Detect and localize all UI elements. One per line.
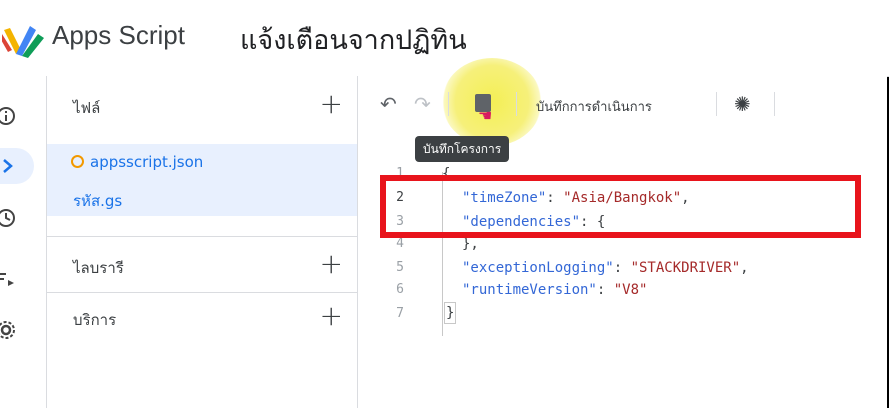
app-name[interactable]: Apps Script: [52, 20, 185, 51]
section-divider: [47, 236, 357, 237]
code-editor: ↶ ↷ ☚ บันทึกการดำเนินการ ✺ บันทึกโครงการ…: [358, 58, 887, 408]
files-label: ไฟล์: [73, 99, 101, 117]
toolbar-separator: [774, 92, 775, 116]
code-text: "exceptionLogging": "STACKDRIVER",: [462, 260, 749, 276]
executions-icon[interactable]: [0, 260, 28, 296]
apps-script-logo-icon: [2, 26, 44, 58]
section-divider: [47, 292, 357, 293]
file-item-code-gs[interactable]: รหัส.gs: [47, 180, 357, 216]
cursor-highlight-circle: [442, 58, 542, 146]
toolbar-separator: [516, 92, 517, 116]
services-section-header: บริการ +: [47, 296, 357, 342]
editor-toolbar: ↶ ↷ ☚ บันทึกการดำเนินการ ✺: [358, 58, 887, 146]
line-number: 7: [396, 306, 404, 321]
file-name-text: รหัส.gs: [73, 192, 123, 210]
line-number: 6: [396, 282, 404, 297]
code-text: "runtimeVersion": "V8": [462, 282, 648, 298]
save-tooltip: บันทึกโครงการ: [415, 136, 510, 162]
triggers-clock-icon[interactable]: [0, 200, 28, 236]
add-service-plus-icon[interactable]: +: [320, 302, 343, 330]
code-text: }: [444, 302, 457, 324]
libraries-section-header: ไลบรารี +: [47, 244, 357, 290]
toolbar-separator: [448, 92, 449, 116]
hand-cursor-icon: ☚: [478, 106, 493, 125]
code-line: 7 }: [358, 302, 887, 326]
file-item-appsscript-json[interactable]: appsscript.json: [47, 144, 357, 180]
editor-icon[interactable]: [0, 148, 34, 184]
libraries-label: ไลบรารี: [73, 259, 124, 277]
files-section-header: ไฟล์ +: [47, 84, 357, 130]
toolbar-separator: [716, 92, 717, 116]
line-number: 5: [396, 260, 404, 275]
execution-log-button[interactable]: บันทึกการดำเนินการ: [536, 96, 652, 117]
add-file-plus-icon[interactable]: +: [320, 90, 343, 118]
services-label: บริการ: [73, 311, 117, 329]
unsaved-dot-icon: [71, 155, 84, 168]
project-title[interactable]: แจ้งเตือนจากปฏิทิน: [240, 18, 467, 61]
settings-gear-icon[interactable]: [0, 312, 28, 348]
code-line: 5 "exceptionLogging": "STACKDRIVER",: [358, 256, 887, 280]
overview-icon[interactable]: [0, 98, 28, 134]
left-rail: [0, 76, 47, 408]
files-panel: ไฟล์ + appsscript.json รหัส.gs ไลบรารี +…: [47, 76, 358, 408]
file-name-text: appsscript.json: [90, 153, 204, 171]
annotation-highlight-box: [380, 175, 861, 238]
top-bar: Apps Script แจ้งเตือนจากปฏิทิน: [0, 0, 889, 76]
brightness-icon[interactable]: ✺: [734, 92, 751, 116]
add-library-plus-icon[interactable]: +: [320, 250, 343, 278]
redo-icon[interactable]: ↷: [414, 92, 431, 116]
file-name: appsscript.json: [71, 153, 203, 171]
code-line: 6 "runtimeVersion": "V8": [358, 278, 887, 302]
undo-icon[interactable]: ↶: [380, 92, 397, 116]
